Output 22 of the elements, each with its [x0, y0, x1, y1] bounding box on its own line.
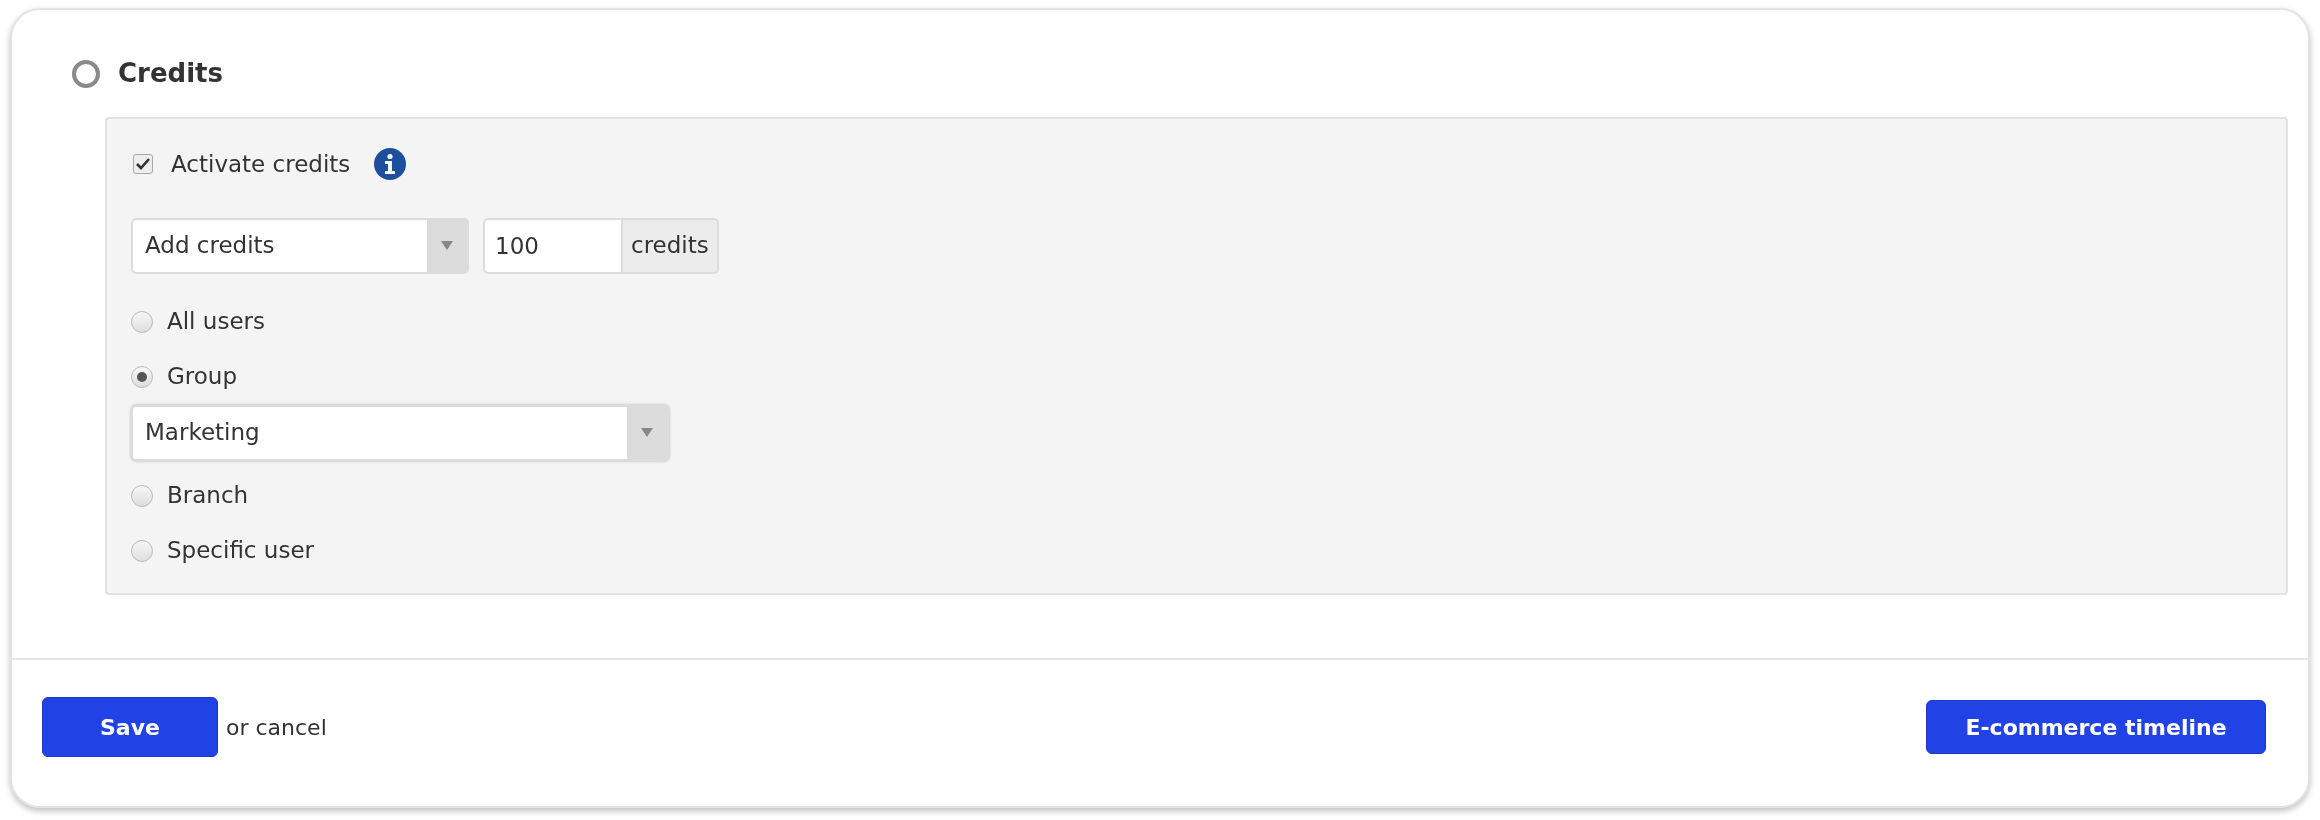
info-icon[interactable]	[374, 148, 407, 181]
timeline-button[interactable]: E-commerce timeline	[1926, 700, 2266, 754]
amount-field[interactable]: 100	[483, 217, 621, 274]
radio-button[interactable]	[131, 310, 153, 333]
radio-button[interactable]	[131, 365, 153, 388]
radio-label: Specific user	[167, 536, 314, 566]
caret-icon	[641, 428, 653, 437]
caret-icon	[441, 241, 453, 250]
group-dropdown[interactable]: Marketing	[131, 404, 669, 461]
radio-label: All users	[167, 307, 265, 337]
unit-label: credits	[621, 217, 719, 274]
radio-button[interactable]	[131, 539, 153, 562]
cancel-link[interactable]: or cancel	[226, 710, 327, 744]
checkbox[interactable]	[133, 154, 153, 175]
action-dropdown[interactable]: Add credits	[131, 217, 469, 274]
radio-label: Branch	[167, 481, 249, 511]
save-button[interactable]: Save	[42, 697, 218, 757]
checkbox-label: Activate credits	[171, 150, 351, 179]
section-title: Credits	[118, 57, 223, 90]
radio-label: Group	[167, 362, 238, 392]
radio-button[interactable]	[72, 59, 100, 88]
radio-button[interactable]	[131, 484, 153, 507]
